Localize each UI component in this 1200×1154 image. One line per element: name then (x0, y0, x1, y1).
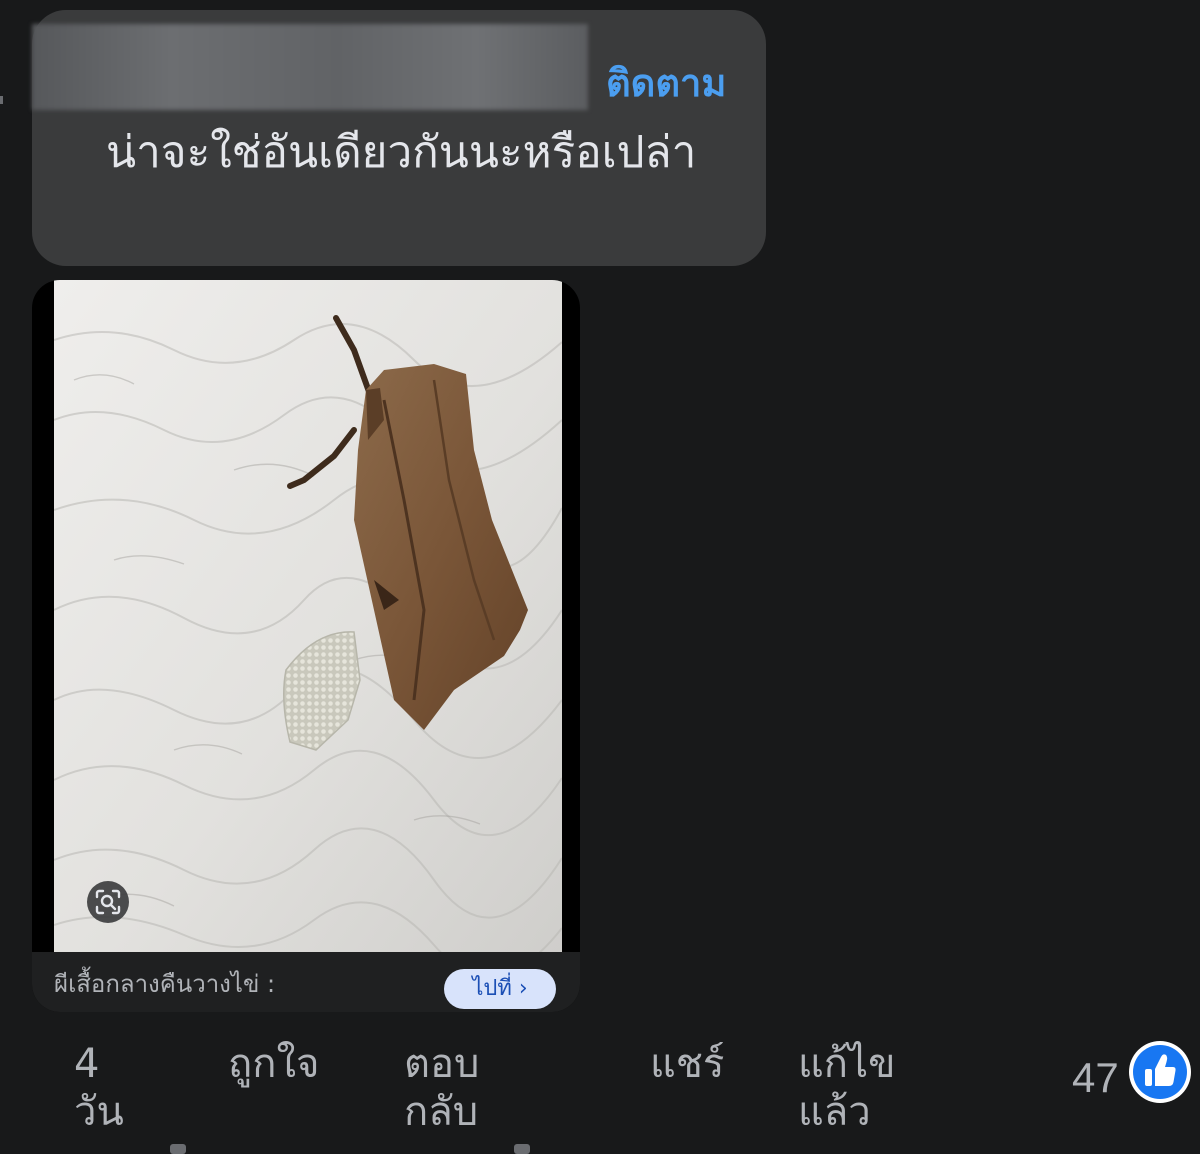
like-button[interactable]: ถูกใจ (228, 1040, 319, 1088)
link-preview-title: ผีเสื้อกลางคืนวางไข่ : (54, 970, 276, 998)
visit-link-button[interactable]: ไปที่ › (444, 969, 556, 1009)
preview-image[interactable] (54, 280, 562, 952)
edited-label: แก้ไขแล้ว (798, 1041, 896, 1135)
reaction-count[interactable]: 47 (1072, 1052, 1119, 1104)
comment-text: น่าจะใช่อันเดียวกันนะหรือเปล่า (106, 127, 697, 178)
thumbs-up-icon[interactable] (1128, 1040, 1192, 1104)
link-preview-card[interactable]: ผีเสื้อกลางคืนวางไข่ : ไปที่ › (32, 280, 580, 1012)
follow-button[interactable]: ติดตาม (606, 60, 726, 108)
reply-button[interactable]: ตอบกลับ (404, 1040, 524, 1136)
thread-line-marker (0, 96, 3, 104)
comment-bubble: ติดตาม น่าจะใช่อันเดียวกันนะหรือเปล่า (32, 10, 766, 266)
author-name-redacted (32, 24, 588, 110)
share-button[interactable]: แชร์ (650, 1040, 724, 1088)
next-comment-cutoff (0, 1142, 1200, 1154)
image-search-icon[interactable] (86, 880, 130, 924)
comment-timestamp[interactable]: 4 วัน (74, 1040, 154, 1136)
